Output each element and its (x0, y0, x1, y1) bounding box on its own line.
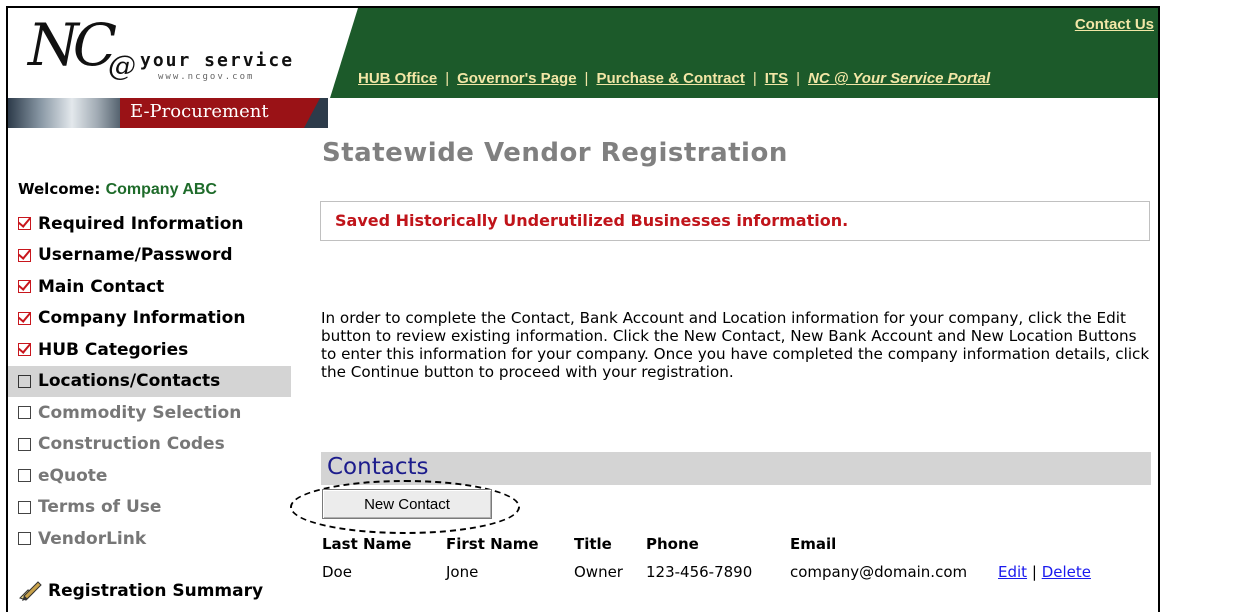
company-name: Company ABC (105, 181, 217, 198)
contacts-table: Last Name First Name Title Phone Email D… (322, 531, 1097, 587)
empty-box-icon (18, 437, 31, 451)
checked-box-icon (18, 248, 31, 262)
nav-portal[interactable]: NC @ Your Service Portal (808, 70, 990, 87)
empty-box-icon (18, 532, 31, 546)
checked-box-icon (18, 217, 31, 231)
welcome-label: Welcome: (18, 180, 101, 198)
sidebar-item-label: Terms of Use (38, 497, 162, 518)
sidebar-item-label: Commodity Selection (38, 402, 242, 423)
cell-title: Owner (574, 563, 623, 581)
top-nav: HUB Office | Governor's Page | Purchase & Co… (358, 70, 991, 87)
contacts-section-header: Contacts (321, 452, 1151, 485)
sidebar-item-label: HUB Categories (38, 339, 189, 360)
registration-summary-label: Registration Summary (48, 581, 264, 601)
welcome-text: Welcome: Company ABC (18, 180, 217, 199)
instructions-text: In order to complete the Contact, Bank A… (321, 309, 1150, 381)
nav-hub-office[interactable]: HUB Office (358, 70, 437, 87)
delete-link[interactable]: Delete (1042, 563, 1091, 581)
logo-nc: NC (28, 11, 117, 79)
sidebar-item-label: VendorLink (38, 528, 147, 549)
sidebar-item-company-information[interactable]: Company Information (8, 303, 291, 335)
checked-box-icon (18, 343, 31, 357)
sidebar-item-label: Company Information (38, 308, 246, 329)
sidebar-item-locations-contacts[interactable]: Locations/Contacts (8, 365, 291, 397)
sidebar-item-equote[interactable]: eQuote (8, 460, 291, 492)
checked-box-icon (18, 280, 31, 294)
empty-box-icon (18, 374, 31, 388)
nav-governors-page[interactable]: Governor's Page (457, 70, 576, 87)
sidebar-item-label: Username/Password (38, 245, 233, 266)
sidebar-item-commodity-selection[interactable]: Commodity Selection (8, 397, 291, 429)
col-first-name: First Name (446, 535, 539, 553)
col-title: Title (574, 535, 612, 553)
table-header-row: Last Name First Name Title Phone Email (322, 531, 1097, 557)
sidebar-item-terms-of-use[interactable]: Terms of Use (8, 492, 291, 524)
eprocurement-label: E-Procurement (130, 101, 269, 122)
checked-box-icon (18, 311, 31, 325)
pen-paper-icon (19, 581, 42, 601)
cell-first-name: Jone (446, 563, 479, 581)
logo-service-text: your service (140, 50, 295, 71)
nav-purchase-contract[interactable]: Purchase & Contract (596, 70, 744, 87)
sidebar-item-hub-categories[interactable]: HUB Categories (8, 334, 291, 366)
registration-summary-link[interactable]: Registration Summary (18, 580, 263, 602)
status-message: Saved Historically Underutilized Busines… (335, 211, 849, 230)
sidebar-item-required-information[interactable]: Required Information (8, 208, 291, 240)
new-contact-button[interactable]: New Contact (322, 489, 492, 519)
sidebar-item-main-contact[interactable]: Main Contact (8, 271, 291, 303)
sidebar-item-label: Construction Codes (38, 434, 225, 455)
cell-actions: Edit | Delete (992, 557, 1097, 587)
sidebar-item-label: Main Contact (38, 276, 165, 297)
page-frame: NC @ your service www.ncgov.com Contact … (6, 6, 1160, 612)
col-phone: Phone (646, 535, 699, 553)
table-row: Doe Jone Owner 123-456-7890 company@doma… (322, 557, 1097, 587)
empty-box-icon (18, 500, 31, 514)
empty-box-icon (18, 469, 31, 483)
col-last-name: Last Name (322, 535, 412, 553)
nav-its[interactable]: ITS (765, 70, 788, 87)
eprocurement-banner: E-Procurement (120, 98, 320, 128)
cell-last-name: Doe (322, 563, 352, 581)
cell-email: company@domain.com (790, 563, 968, 581)
sidebar-item-label: Locations/Contacts (38, 371, 221, 392)
page-title: Statewide Vendor Registration (322, 138, 788, 168)
col-actions (992, 531, 1097, 557)
header-bar: Contact Us HUB Office | Governor's Page | Pu… (330, 8, 1158, 98)
action-separator: | (1031, 563, 1037, 581)
sidebar-item-vendorlink[interactable]: VendorLink (8, 523, 291, 555)
edit-link[interactable]: Edit (998, 563, 1027, 581)
logo-url-text: www.ncgov.com (158, 72, 255, 82)
site-logo[interactable]: NC @ your service www.ncgov.com (8, 8, 353, 100)
sidebar-item-label: eQuote (38, 465, 108, 486)
logo-at: @ (108, 49, 136, 82)
contacts-title: Contacts (327, 454, 429, 480)
col-email: Email (790, 535, 837, 553)
contact-us-link[interactable]: Contact Us (1075, 16, 1154, 33)
status-message-box: Saved Historically Underutilized Busines… (320, 201, 1150, 241)
sidebar-item-label: Required Information (38, 213, 244, 234)
cell-phone: 123-456-7890 (646, 563, 753, 581)
sidebar-item-construction-codes[interactable]: Construction Codes (8, 429, 291, 461)
empty-box-icon (18, 406, 31, 420)
sidebar-item-username-password[interactable]: Username/Password (8, 240, 291, 272)
sidebar-nav: Required Information Username/Password M… (8, 208, 291, 555)
